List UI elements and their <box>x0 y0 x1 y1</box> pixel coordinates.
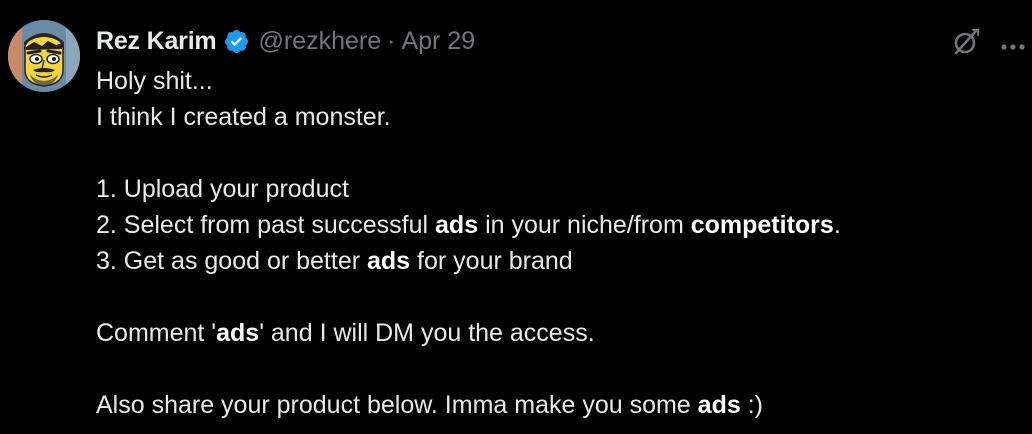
bold-keyword: ads <box>435 211 479 239</box>
more-options-icon[interactable] <box>999 38 1029 50</box>
list-item: 2. Select from past successful ads in yo… <box>96 207 1026 243</box>
bold-keyword: ads <box>367 247 411 275</box>
display-name[interactable]: Rez Karim <box>96 27 217 56</box>
tweet-text: Holy shit... I think I created a monster… <box>96 63 1026 423</box>
verified-badge-icon[interactable] <box>223 28 250 55</box>
avatar-cartoon-face-icon <box>8 20 80 92</box>
timestamp[interactable]: Apr 29 <box>401 27 475 55</box>
tweet-line: Comment 'ads' and I will DM you the acce… <box>96 315 1026 351</box>
avatar[interactable] <box>8 20 80 92</box>
bold-keyword: ads <box>697 391 741 419</box>
text-span: for your brand <box>410 247 573 275</box>
list-item: 3. Get as good or better ads for your br… <box>96 243 1026 279</box>
tweet-line: Also share your product below. Imma make… <box>96 387 1026 423</box>
bold-keyword: competitors <box>690 211 834 239</box>
tweet-header: Rez Karim @rezkhere · Apr 29 <box>96 24 475 58</box>
text-span: 3. Get as good or better <box>96 247 367 275</box>
separator: · <box>387 26 396 55</box>
text-span: in your niche/from <box>478 211 691 239</box>
text-span: Comment ' <box>96 319 217 347</box>
tweet-line: I think I created a monster. <box>96 103 391 131</box>
grok-icon[interactable] <box>951 27 981 57</box>
list-item: 1. Upload your product <box>96 175 349 203</box>
text-span: ' and I will DM you the access. <box>259 319 595 347</box>
text-span: 2. Select from past successful <box>96 211 436 239</box>
handle[interactable]: @rezkhere <box>258 27 381 55</box>
text-span: Also share your product below. Imma make… <box>96 391 698 419</box>
text-span: . <box>833 211 841 239</box>
text-span: :) <box>740 391 763 419</box>
handle-and-date: @rezkhere · Apr 29 <box>258 27 475 56</box>
bold-keyword: ads <box>216 319 260 347</box>
tweet-line: Holy shit... <box>96 67 213 95</box>
